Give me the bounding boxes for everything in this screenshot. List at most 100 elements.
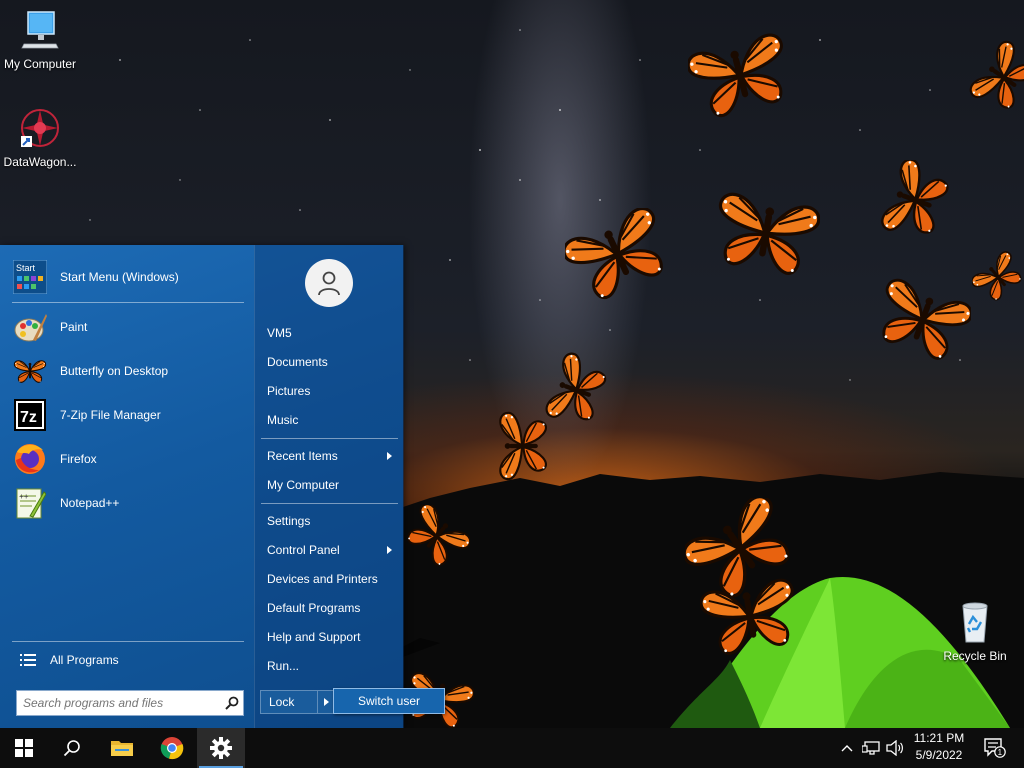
- paint-icon: [14, 314, 47, 342]
- place-item-music[interactable]: Music: [261, 407, 398, 433]
- svg-text:7z: 7z: [20, 409, 37, 426]
- desktop-icon-recycle-bin[interactable]: Recycle Bin: [935, 600, 1015, 663]
- start-menu-icon: Start: [13, 260, 47, 294]
- chrome-icon: [160, 737, 184, 760]
- 7zip-icon: 7z: [14, 399, 46, 431]
- action-center-button[interactable]: 1: [978, 728, 1012, 768]
- tray-overflow-button[interactable]: [836, 728, 858, 768]
- desktop-icon-datawagon[interactable]: DataWagon...: [0, 106, 80, 169]
- desktop-icon-label: Recycle Bin: [943, 649, 1007, 663]
- taskbar: 11:21 PM 5/9/2022 1: [0, 728, 1024, 768]
- start-item-notepadpp[interactable]: ++ Notepad++: [12, 483, 244, 523]
- taskbar-file-explorer[interactable]: [98, 728, 146, 768]
- place-item-control-panel[interactable]: Control Panel: [261, 537, 398, 563]
- place-item-help-support[interactable]: Help and Support: [261, 624, 398, 650]
- start-menu-places-pane: VM5 Documents Pictures Music Recent Item…: [254, 245, 404, 728]
- recycle-bin-icon: [962, 602, 988, 643]
- start-item-paint[interactable]: Paint: [12, 307, 244, 347]
- place-item-run[interactable]: Run...: [261, 653, 398, 679]
- clock-date: 5/9/2022: [915, 748, 963, 762]
- notepadpp-icon: ++: [16, 488, 46, 519]
- chevron-right-icon: [323, 698, 329, 706]
- user-icon: [318, 271, 340, 296]
- start-item-label: 7-Zip File Manager: [60, 408, 161, 422]
- place-item-label: VM5: [267, 326, 292, 340]
- start-item-label: Start Menu (Windows): [60, 270, 179, 284]
- monitor-icon: [21, 11, 59, 49]
- separator: [261, 438, 398, 439]
- start-item-label: Notepad++: [60, 496, 120, 510]
- place-item-label: Help and Support: [267, 630, 361, 644]
- chevron-up-icon: [841, 745, 853, 752]
- place-item-pictures[interactable]: Pictures: [261, 378, 398, 404]
- place-item-label: Run...: [267, 659, 300, 673]
- file-explorer-icon: [111, 741, 133, 756]
- settings-gear-icon: [210, 737, 232, 759]
- search-icon: [63, 740, 80, 757]
- search-box[interactable]: [16, 690, 244, 716]
- search-icon[interactable]: [221, 692, 243, 714]
- butterfly-sprite: [712, 188, 820, 278]
- place-item-settings[interactable]: Settings: [261, 508, 398, 534]
- start-item-firefox[interactable]: Firefox: [12, 439, 244, 479]
- place-item-my-computer[interactable]: My Computer: [261, 472, 398, 498]
- place-item-documents[interactable]: Documents: [261, 349, 398, 375]
- separator: [12, 641, 244, 642]
- place-item-default-programs[interactable]: Default Programs: [261, 595, 398, 621]
- taskbar-search-button[interactable]: [48, 728, 96, 768]
- place-item-label: Documents: [267, 355, 328, 369]
- place-item-label: Devices and Printers: [267, 572, 378, 586]
- firefox-icon: [15, 444, 45, 474]
- start-button[interactable]: [0, 728, 48, 768]
- place-item-label: Settings: [267, 514, 311, 528]
- start-item-label: Firefox: [60, 452, 97, 466]
- lock-button[interactable]: Lock: [260, 690, 320, 714]
- all-programs-label: All Programs: [50, 653, 119, 667]
- butterfly-sprite: [486, 390, 558, 502]
- butterfly-sprite: [404, 505, 470, 567]
- list-icon: [20, 654, 36, 666]
- start-item-label: Butterfly on Desktop: [60, 364, 169, 378]
- separator: [12, 302, 244, 303]
- svg-text:Start: Start: [16, 263, 36, 273]
- clock-time: 11:21 PM: [913, 731, 965, 745]
- place-item-label: Recent Items: [267, 449, 338, 463]
- butterfly-icon: [13, 357, 47, 385]
- submenu-arrow-icon: [387, 452, 392, 460]
- start-item-butterfly-on-desktop[interactable]: Butterfly on Desktop: [12, 351, 244, 391]
- butterfly-sprite: [972, 228, 1024, 326]
- place-item-vm5[interactable]: VM5: [261, 320, 398, 346]
- place-item-recent-items[interactable]: Recent Items: [261, 443, 398, 469]
- taskbar-chrome[interactable]: [148, 728, 196, 768]
- user-avatar[interactable]: [305, 259, 353, 307]
- place-item-devices-printers[interactable]: Devices and Printers: [261, 566, 398, 592]
- start-menu-programs-pane: Start Start Menu (Windows) Paint Butterf…: [0, 245, 254, 728]
- start-item-label: Paint: [60, 320, 88, 334]
- tray-network[interactable]: [860, 728, 882, 768]
- windows-start-icon: [15, 739, 33, 757]
- start-menu: Start Start Menu (Windows) Paint Butterf…: [0, 245, 404, 728]
- butterfly-sprite: [700, 570, 800, 662]
- notification-icon: 1: [984, 738, 1006, 758]
- butterfly-sprite: [968, 30, 1024, 125]
- taskbar-settings[interactable]: [197, 728, 245, 768]
- butterfly-sprite: [565, 208, 670, 300]
- butterfly-sprite: [875, 272, 971, 367]
- place-item-label: Pictures: [267, 384, 311, 398]
- place-item-label: Default Programs: [267, 601, 361, 615]
- all-programs-button[interactable]: All Programs: [12, 647, 244, 673]
- desktop-icon-my-computer[interactable]: My Computer: [0, 8, 80, 71]
- datawagon-icon: [21, 109, 59, 147]
- switch-user-menu-item[interactable]: Switch user: [333, 688, 445, 714]
- butterfly-sprite: [688, 30, 792, 120]
- start-item-start-menu-windows[interactable]: Start Start Menu (Windows): [12, 257, 244, 297]
- desktop-icon-label: DataWagon...: [3, 155, 77, 169]
- network-icon: [862, 741, 880, 755]
- switch-user-label: Switch user: [357, 694, 421, 708]
- start-item-7zip[interactable]: 7z 7-Zip File Manager: [12, 395, 244, 435]
- search-input[interactable]: [17, 693, 221, 713]
- notification-count: 1: [998, 748, 1003, 757]
- place-item-label: Control Panel: [267, 543, 340, 557]
- place-item-label: Music: [267, 413, 299, 427]
- taskbar-clock[interactable]: 11:21 PM 5/9/2022: [902, 730, 976, 766]
